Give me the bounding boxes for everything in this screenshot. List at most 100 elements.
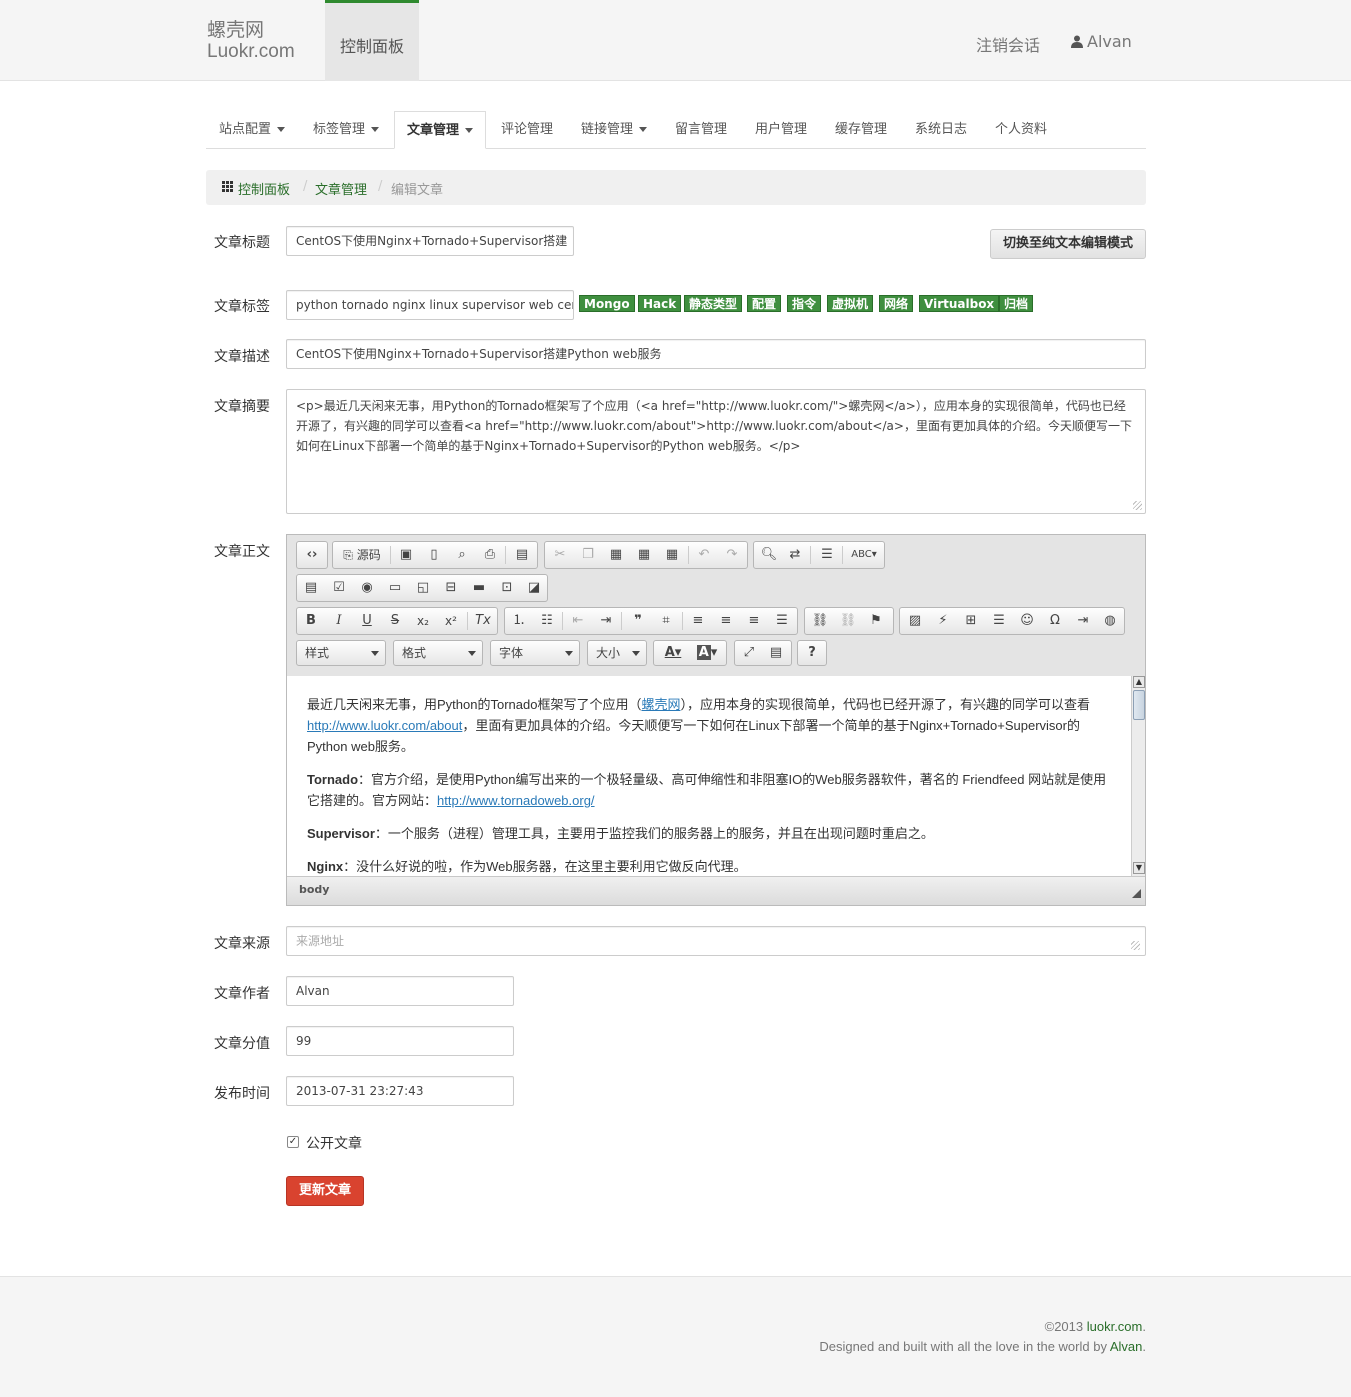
tag-suggestion[interactable]: 静态类型 <box>684 295 743 312</box>
link-icon[interactable]: ⛓ <box>811 612 829 630</box>
paste-text-icon[interactable]: ▦ <box>635 546 653 564</box>
tag-suggestion[interactable]: 虚拟机 <box>827 295 874 312</box>
tab-cache[interactable]: 缓存管理 <box>824 111 898 149</box>
preview-icon[interactable]: ⌕ <box>453 546 471 564</box>
footer-site-link[interactable]: luokr.com <box>1087 1319 1143 1334</box>
footer-author-link[interactable]: Alvan <box>1110 1339 1143 1354</box>
button-icon[interactable]: ▬ <box>470 579 488 597</box>
tag-suggestion[interactable]: 归档 <box>999 295 1034 312</box>
bulleted-list-icon[interactable]: ☷ <box>538 612 556 630</box>
hidden-field-icon[interactable]: ◪ <box>525 579 543 597</box>
summary-textarea[interactable]: <p>最近几天闲来无事，用Python的Tornado框架写了个应用（<a hr… <box>286 389 1146 514</box>
flash-icon[interactable]: ⚡︎ <box>934 612 952 630</box>
tab-profile[interactable]: 个人资料 <box>984 111 1058 149</box>
save-icon[interactable]: ▣ <box>397 546 415 564</box>
switch-plaintext-button[interactable]: 切换至纯文本编辑模式 <box>990 229 1146 259</box>
description-input[interactable]: CentOS下使用Nginx+Tornado+Supervisor搭建Pytho… <box>286 339 1146 369</box>
author-input[interactable]: Alvan <box>286 976 514 1006</box>
paste-word-icon[interactable]: ▦ <box>663 546 681 564</box>
tab-messages[interactable]: 留言管理 <box>664 111 738 149</box>
luokr-link[interactable]: 螺壳网 <box>641 697 680 712</box>
text-color-icon[interactable]: A▾ <box>659 644 687 662</box>
remove-format-icon[interactable]: Tx <box>474 612 492 630</box>
iframe-globe-icon[interactable]: ◍ <box>1101 612 1119 630</box>
replace-icon[interactable]: ⇄ <box>786 546 804 564</box>
user-menu[interactable]: Alvan <box>1071 32 1132 51</box>
table-icon[interactable]: ⊞ <box>962 612 980 630</box>
editor-content[interactable]: 最近几天闲来无事，用Python的Tornado框架写了个应用（螺壳网），应用本… <box>287 676 1131 876</box>
print-icon[interactable]: ⎙ <box>481 546 499 564</box>
textfield-icon[interactable]: ▭ <box>386 579 404 597</box>
tab-links[interactable]: 链接管理 <box>568 111 660 149</box>
find-icon[interactable]: 🔍︎ <box>760 546 778 564</box>
image-button-icon[interactable]: ⊡ <box>498 579 516 597</box>
score-input[interactable]: 99 <box>286 1026 514 1056</box>
indent-icon[interactable]: ⇥ <box>597 612 615 630</box>
textarea-icon[interactable]: ◱ <box>414 579 432 597</box>
tab-tags[interactable]: 标签管理 <box>300 111 392 149</box>
select-all-icon[interactable]: ☰ <box>818 546 836 564</box>
tags-input[interactable]: python tornado nginx linux supervisor we… <box>286 290 574 320</box>
update-article-button[interactable]: 更新文章 <box>286 1176 364 1206</box>
horizontal-rule-icon[interactable]: ☰ <box>990 612 1008 630</box>
scroll-thumb[interactable] <box>1133 690 1145 720</box>
div-icon[interactable]: ⌗ <box>657 612 675 630</box>
editor-resize-icon[interactable] <box>1132 889 1141 898</box>
size-select[interactable]: 大小 <box>587 640 647 666</box>
tag-suggestion[interactable]: 指令 <box>787 295 822 312</box>
tab-users[interactable]: 用户管理 <box>744 111 818 149</box>
help-icon[interactable]: ? <box>803 644 821 662</box>
font-select[interactable]: 字体 <box>490 640 580 666</box>
logout-link[interactable]: 注销会话 <box>976 32 1040 56</box>
spellcheck-icon[interactable]: ABC▾ <box>850 546 878 564</box>
form-icon[interactable]: ▤ <box>302 579 320 597</box>
smiley-icon[interactable]: ☺ <box>1018 612 1036 630</box>
editor-scrollbar[interactable]: ▲ ▼ <box>1131 676 1145 876</box>
source-button[interactable]: ⎘ 源码 <box>338 546 386 564</box>
page-break-icon[interactable]: ⇥ <box>1074 612 1092 630</box>
tab-logs[interactable]: 系统日志 <box>904 111 978 149</box>
element-path[interactable]: body <box>299 883 329 896</box>
about-link[interactable]: http://www.luokr.com/about <box>307 718 462 733</box>
radio-icon[interactable]: ◉ <box>358 579 376 597</box>
nav-dashboard[interactable]: 控制面板 <box>325 0 419 81</box>
strikethrough-icon[interactable]: S <box>386 612 404 630</box>
bold-icon[interactable]: B <box>302 612 320 630</box>
tab-comments[interactable]: 评论管理 <box>490 111 564 149</box>
source-input[interactable]: 来源地址 <box>286 926 1146 956</box>
image-icon[interactable]: ▨ <box>906 612 924 630</box>
styles-select[interactable]: 样式 <box>296 640 386 666</box>
blockquote-icon[interactable]: ❞ <box>629 612 647 630</box>
show-blocks-icon[interactable]: ▤ <box>767 644 785 662</box>
bg-color-icon[interactable]: A ▾ <box>693 644 721 662</box>
title-input[interactable]: CentOS下使用Nginx+Tornado+Supervisor搭建 <box>286 226 574 256</box>
italic-icon[interactable]: I <box>330 612 348 630</box>
tornado-link[interactable]: http://www.tornadoweb.org/ <box>437 793 595 808</box>
code-icon[interactable]: ‹› <box>303 546 321 564</box>
tag-suggestion[interactable]: Mongo <box>579 295 635 312</box>
justify-icon[interactable]: ☰ <box>773 612 791 630</box>
tab-articles[interactable]: 文章管理 <box>394 111 486 149</box>
superscript-icon[interactable]: x² <box>442 612 460 630</box>
scroll-down-icon[interactable]: ▼ <box>1133 862 1145 874</box>
underline-icon[interactable]: U <box>358 612 376 630</box>
format-select[interactable]: 格式 <box>393 640 483 666</box>
tag-suggestion[interactable]: 网络 <box>879 295 914 312</box>
tag-suggestion[interactable]: 配置 <box>747 295 782 312</box>
cut-icon[interactable]: ✂ <box>551 546 569 564</box>
resize-grip-icon[interactable] <box>1131 941 1140 950</box>
publish-time-input[interactable]: 2013-07-31 23:27:43 <box>286 1076 514 1106</box>
maximize-icon[interactable]: ⤢ <box>740 644 758 662</box>
unlink-icon[interactable]: ⛓ <box>839 612 857 630</box>
brand-logo[interactable]: 螺壳网 Luokr.com <box>207 20 295 62</box>
numbered-list-icon[interactable]: ⒈ <box>510 612 528 630</box>
templates-icon[interactable]: ▤ <box>513 546 531 564</box>
outdent-icon[interactable]: ⇤ <box>569 612 587 630</box>
subscript-icon[interactable]: x₂ <box>414 612 432 630</box>
undo-icon[interactable]: ↶ <box>695 546 713 564</box>
public-checkbox[interactable]: ✓ <box>287 1136 299 1148</box>
breadcrumb-articles[interactable]: 文章管理 <box>315 179 367 198</box>
tag-suggestion[interactable]: Hack <box>638 295 682 312</box>
align-center-icon[interactable]: ≡ <box>717 612 735 630</box>
anchor-flag-icon[interactable]: ⚑ <box>867 612 885 630</box>
